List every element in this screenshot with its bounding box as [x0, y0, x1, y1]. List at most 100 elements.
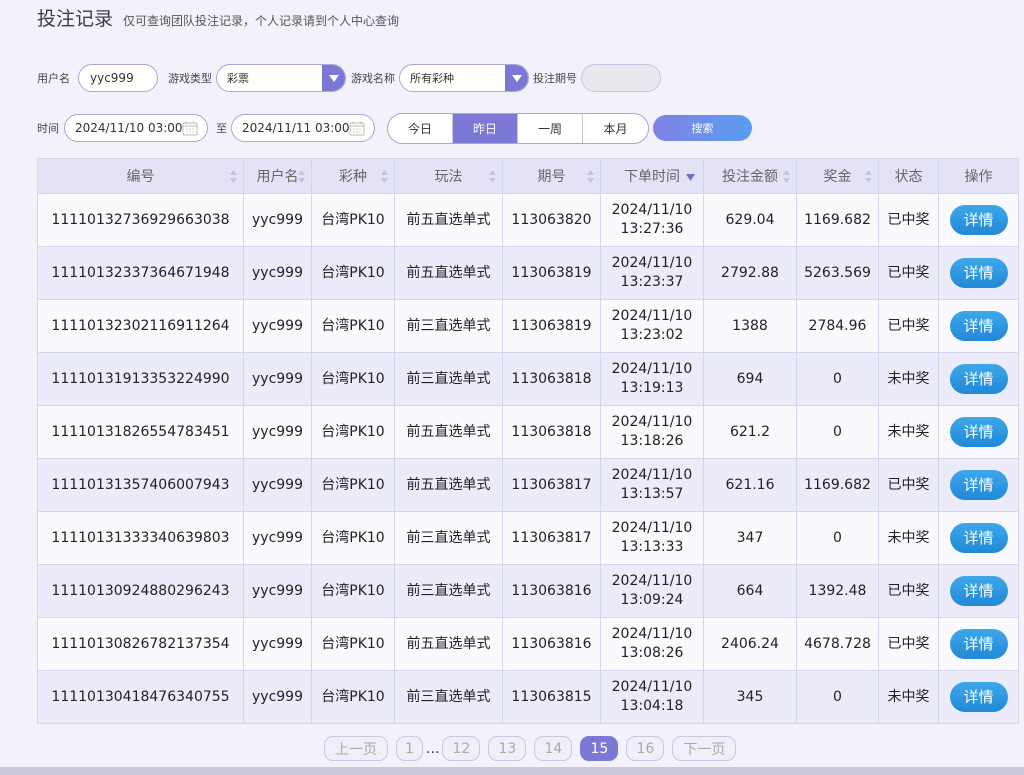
- table-row: 11110131357406007943 yyc999 台湾PK10 前五直选单式 11…: [37, 458, 1019, 512]
- cell-order-time: 2024/11/10 13:18:26: [600, 405, 704, 459]
- header-lottery[interactable]: 彩种: [311, 158, 395, 194]
- sort-icon: [489, 170, 496, 183]
- detail-button[interactable]: 详情: [949, 311, 1008, 341]
- game-name-select[interactable]: 所有彩种: [399, 64, 529, 92]
- next-page-button[interactable]: 下一页: [672, 736, 737, 761]
- current-page-button[interactable]: 15: [580, 736, 619, 761]
- cell-prize: 1169.682: [796, 458, 879, 512]
- cell-prize: 1169.682: [796, 193, 879, 247]
- order-date: 2024/11/10: [611, 202, 693, 218]
- calendar-icon: [349, 121, 365, 136]
- chevron-down-icon: [322, 65, 345, 91]
- cell-period: 113063819: [502, 246, 601, 300]
- detail-button[interactable]: 详情: [949, 417, 1008, 447]
- username-input[interactable]: yyc999: [78, 64, 158, 92]
- game-type-value: 彩票: [227, 72, 249, 85]
- cell-user: yyc999: [243, 564, 312, 618]
- cell-user: yyc999: [243, 405, 312, 459]
- cell-period: 113063815: [502, 670, 601, 724]
- order-time: 13:13:57: [620, 486, 684, 502]
- page-title: 投注记录: [37, 8, 114, 30]
- header-id[interactable]: 编号: [37, 158, 244, 194]
- pagination: 上一页 1 ... 12 13 14 15 16 下一页: [324, 736, 737, 761]
- cell-period: 113063820: [502, 193, 601, 247]
- cell-amount: 2406.24: [703, 617, 797, 671]
- order-time: 13:08:26: [620, 645, 684, 661]
- end-time-input[interactable]: 2024/11/11 03:00: [231, 114, 375, 142]
- cell-play: 前五直选单式: [394, 246, 503, 300]
- header-period[interactable]: 期号: [502, 158, 601, 194]
- start-time-input[interactable]: 2024/11/10 03:00: [64, 114, 208, 142]
- page-button[interactable]: 13: [488, 736, 527, 761]
- cell-amount: 621.16: [703, 458, 797, 512]
- cell-status: 已中奖: [878, 299, 939, 353]
- cell-action: 详情: [938, 670, 1019, 724]
- detail-button[interactable]: 详情: [949, 576, 1008, 606]
- cell-play: 前三直选单式: [394, 511, 503, 565]
- cell-user: yyc999: [243, 299, 312, 353]
- cell-lottery: 台湾PK10: [311, 458, 395, 512]
- detail-button[interactable]: 详情: [949, 258, 1008, 288]
- cell-action: 详情: [938, 299, 1019, 353]
- table-row: 11110131333340639803 yyc999 台湾PK10 前三直选单式 11…: [37, 511, 1019, 565]
- header-prize[interactable]: 奖金: [796, 158, 879, 194]
- period-input[interactable]: [581, 64, 661, 92]
- cell-user: yyc999: [243, 458, 312, 512]
- cell-status: 未中奖: [878, 405, 939, 459]
- detail-button[interactable]: 详情: [949, 470, 1008, 500]
- header-order-time[interactable]: 下单时间: [600, 158, 704, 194]
- search-button[interactable]: 搜索: [653, 115, 752, 141]
- cell-order-time: 2024/11/10 13:13:33: [600, 511, 704, 565]
- page-button[interactable]: 14: [534, 736, 573, 761]
- cell-period: 113063819: [502, 299, 601, 353]
- range-month[interactable]: 本月: [583, 114, 648, 143]
- cell-action: 详情: [938, 193, 1019, 247]
- detail-button[interactable]: 详情: [949, 364, 1008, 394]
- range-today[interactable]: 今日: [388, 113, 453, 143]
- detail-button[interactable]: 详情: [949, 682, 1008, 712]
- order-time: 13:27:36: [620, 221, 684, 237]
- sort-icon: [230, 170, 237, 183]
- sort-desc-icon: [686, 174, 695, 181]
- header-user[interactable]: 用户名: [243, 158, 312, 194]
- header-action: 操作: [938, 158, 1019, 194]
- range-yesterday[interactable]: 昨日: [453, 113, 518, 143]
- cell-prize: 0: [796, 670, 879, 724]
- page-ellipsis: ...: [426, 740, 440, 757]
- sort-icon: [865, 170, 872, 183]
- page-button[interactable]: 1: [396, 736, 423, 761]
- order-date: 2024/11/10: [611, 573, 693, 589]
- cell-user: yyc999: [243, 246, 312, 300]
- detail-button[interactable]: 详情: [949, 629, 1008, 659]
- table-row: 11110130418476340755 yyc999 台湾PK10 前三直选单式 11…: [37, 670, 1019, 724]
- detail-button[interactable]: 详情: [949, 523, 1008, 553]
- order-date: 2024/11/10: [611, 626, 693, 642]
- cell-id: 11110131826554783451: [37, 405, 244, 459]
- header-play[interactable]: 玩法: [394, 158, 503, 194]
- cell-lottery: 台湾PK10: [311, 670, 395, 724]
- cell-status: 已中奖: [878, 564, 939, 618]
- cell-order-time: 2024/11/10 13:27:36: [600, 193, 704, 247]
- game-type-select[interactable]: 彩票: [216, 64, 346, 92]
- period-label: 投注期号: [533, 72, 577, 85]
- prev-page-button[interactable]: 上一页: [324, 736, 388, 761]
- cell-period: 113063818: [502, 405, 601, 459]
- range-week[interactable]: 一周: [518, 113, 583, 143]
- cell-user: yyc999: [243, 617, 312, 671]
- header-amount[interactable]: 投注金额: [703, 158, 797, 194]
- page-button[interactable]: 16: [626, 736, 665, 761]
- cell-play: 前三直选单式: [394, 670, 503, 724]
- cell-prize: 4678.728: [796, 617, 879, 671]
- cell-period: 113063818: [502, 352, 601, 406]
- detail-button[interactable]: 详情: [949, 205, 1008, 235]
- end-time-value: 2024/11/11 03:00: [242, 121, 350, 135]
- order-time: 13:23:02: [620, 327, 684, 343]
- page-button[interactable]: 12: [442, 736, 481, 761]
- cell-prize: 5263.569: [796, 246, 879, 300]
- cell-user: yyc999: [243, 193, 312, 247]
- username-value: yyc999: [90, 71, 134, 85]
- order-date: 2024/11/10: [611, 679, 693, 695]
- cell-user: yyc999: [243, 352, 312, 406]
- order-date: 2024/11/10: [611, 520, 693, 536]
- bet-records-table: 编号 用户名 彩种 玩法 期号 下单时间 投注金额 奖金 状态 操作 11110…: [37, 158, 1019, 724]
